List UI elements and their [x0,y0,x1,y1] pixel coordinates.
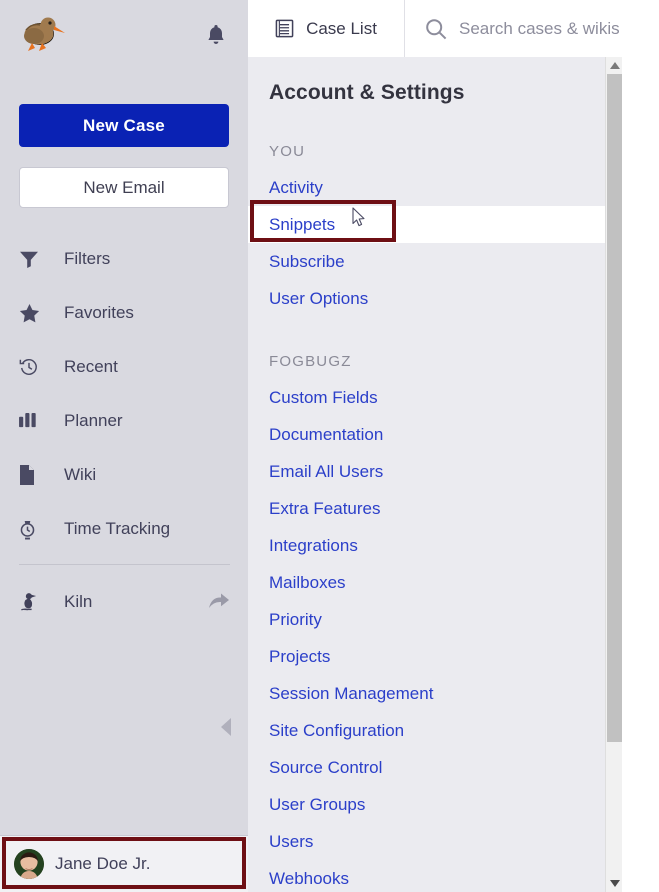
settings-link-label[interactable]: Projects [269,647,330,667]
sidebar-item-label: Time Tracking [64,519,171,538]
content-scrollbar[interactable] [605,57,622,892]
sidebar-item-label: Wiki [64,465,97,484]
search-icon [425,18,447,40]
clock-history-icon [19,355,45,379]
new-email-button[interactable]: New Email [19,167,229,208]
settings-link-label[interactable]: Mailboxes [269,573,346,593]
settings-link-label[interactable]: Subscribe [269,252,345,272]
settings-link-user-options[interactable]: User Options [248,280,605,317]
fogbugz-account-settings-screen: New Case New Email Filters Favorites Rec… [0,0,659,892]
settings-link-session-management[interactable]: Session Management [248,675,605,712]
left-sidebar: New Case New Email Filters Favorites Rec… [0,0,248,892]
settings-link-user-groups[interactable]: User Groups [248,786,605,823]
settings-link-label[interactable]: Activity [269,178,323,198]
settings-link-label[interactable]: Webhooks [269,869,349,889]
page-document-icon [19,463,45,487]
sidebar-collapse-chevron-left-icon[interactable] [220,718,234,738]
settings-link-documentation[interactable]: Documentation [248,416,605,453]
settings-link-label[interactable]: Snippets [269,215,335,235]
sidebar-item-label: Recent [64,357,118,376]
settings-link-label[interactable]: Priority [269,610,322,630]
sidebar-item-time-tracking[interactable]: Time Tracking [0,502,248,556]
settings-link-source-control[interactable]: Source Control [248,749,605,786]
sidebar-item-filters[interactable]: Filters [0,232,248,286]
sidebar-item-label: Filters [64,249,111,268]
bar-chart-icon [19,409,45,433]
star-icon [19,301,45,325]
settings-content-panel: Account & Settings YOU Activity Snippets… [248,57,605,892]
user-profile-footer[interactable]: Jane Doe Jr. [0,835,248,892]
settings-link-label[interactable]: Documentation [269,425,383,445]
settings-link-label[interactable]: Session Management [269,684,433,704]
sidebar-divider [19,564,230,565]
settings-link-mailboxes[interactable]: Mailboxes [248,564,605,601]
top-bar: Case List [248,0,659,57]
kiwi-bird-logo[interactable] [18,12,66,56]
sidebar-item-recent[interactable]: Recent [0,340,248,394]
sidebar-item-label: Favorites [64,303,134,322]
settings-link-label[interactable]: Site Configuration [269,721,404,741]
settings-link-extra-features[interactable]: Extra Features [248,490,605,527]
settings-link-priority[interactable]: Priority [248,601,605,638]
settings-link-label[interactable]: Source Control [269,758,382,778]
user-avatar [14,849,44,879]
sidebar-item-favorites[interactable]: Favorites [0,286,248,340]
external-link-arrow-icon[interactable] [209,592,229,610]
scroll-up-arrow-icon[interactable] [606,57,623,74]
settings-link-webhooks[interactable]: Webhooks [248,860,605,892]
case-list-icon [275,19,295,39]
right-empty-pane [622,57,659,892]
bell-icon[interactable] [206,24,226,46]
sidebar-item-label: Planner [64,411,123,430]
sidebar-header [0,0,248,70]
sidebar-item-label: Kiln [64,592,93,611]
settings-link-email-all-users[interactable]: Email All Users [248,453,605,490]
settings-links-list: YOU Activity Snippets Subscribe User Opt… [248,133,605,892]
settings-link-snippets[interactable]: Snippets [248,206,605,243]
sidebar-nav: Filters Favorites Recent Planner Wiki Ti… [0,232,248,556]
settings-link-label[interactable]: Custom Fields [269,388,378,408]
settings-link-site-configuration[interactable]: Site Configuration [248,712,605,749]
settings-group-label-you: YOU [269,142,306,160]
settings-link-subscribe[interactable]: Subscribe [248,243,605,280]
sidebar-item-planner[interactable]: Planner [0,394,248,448]
settings-link-label[interactable]: Integrations [269,536,358,556]
settings-link-activity[interactable]: Activity [248,169,605,206]
settings-link-label[interactable]: Email All Users [269,462,383,482]
tab-label: Case List [306,18,377,38]
user-name-label: Jane Doe Jr. [55,854,151,873]
scrollbar-thumb[interactable] [607,74,622,742]
settings-link-label[interactable]: Users [269,832,313,852]
search-area[interactable] [405,0,659,57]
settings-link-users[interactable]: Users [248,823,605,860]
scroll-down-arrow-icon[interactable] [606,875,623,892]
kiln-bird-icon [19,590,45,614]
settings-link-label[interactable]: User Options [269,289,368,309]
new-case-button[interactable]: New Case [19,104,229,147]
stopwatch-icon [19,517,45,541]
settings-link-integrations[interactable]: Integrations [248,527,605,564]
settings-link-label[interactable]: Extra Features [269,499,381,519]
page-title: Account & Settings [269,81,465,104]
settings-link-projects[interactable]: Projects [248,638,605,675]
filter-funnel-icon [19,247,45,271]
settings-group-label-fogbugz: FOGBUGZ [269,352,352,370]
tab-case-list[interactable]: Case List [248,0,405,57]
sidebar-item-wiki[interactable]: Wiki [0,448,248,502]
search-input[interactable] [459,18,659,39]
settings-link-custom-fields[interactable]: Custom Fields [248,379,605,416]
settings-link-label[interactable]: User Groups [269,795,365,815]
